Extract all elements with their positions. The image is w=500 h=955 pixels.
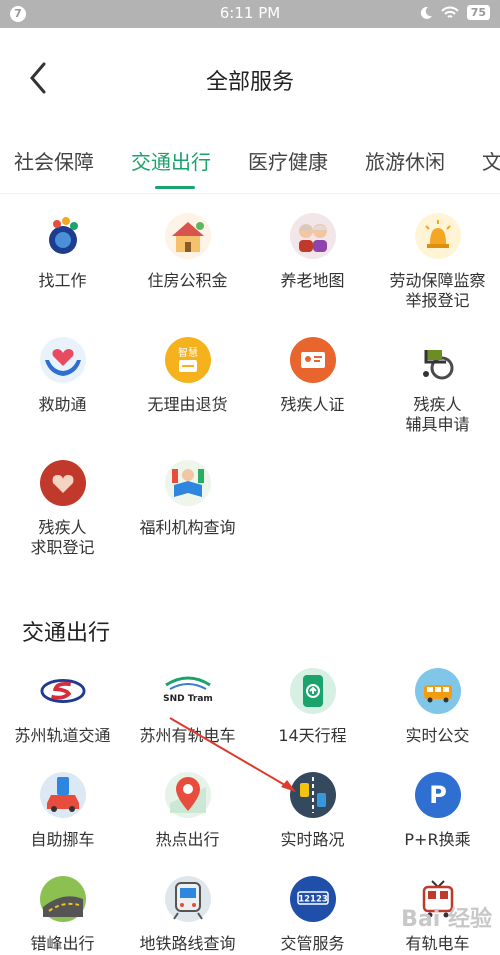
map-pin-icon — [164, 772, 211, 818]
id-card-icon — [289, 337, 336, 383]
service-label: 劳动保障监察 举报登记 — [389, 271, 486, 310]
service-label: 苏州轨道交通 — [14, 726, 111, 745]
battery-indicator: 75 — [466, 5, 490, 20]
service-label: 无理由退货 — [147, 395, 228, 414]
traffic-icon — [289, 772, 336, 818]
service-off-peak[interactable]: 错峰出行 — [0, 876, 125, 954]
elderly-icon — [289, 213, 336, 259]
service-label: 交管服务 — [280, 934, 345, 953]
service-realtime-bus[interactable]: 实时公交 — [375, 668, 500, 746]
active-tab-indicator — [155, 186, 195, 189]
wheelchair-icon — [415, 337, 461, 383]
watermark: Bai 经验 — [401, 907, 492, 932]
bus-icon — [414, 668, 461, 714]
tram-logo-text: SND Tram — [163, 694, 213, 704]
service-rescue[interactable]: 救助通 — [0, 337, 125, 415]
service-label: 救助通 — [38, 395, 87, 414]
service-housing-fund[interactable]: 住房公积金 — [125, 213, 250, 291]
service-label: 14天行程 — [278, 726, 347, 745]
tram-logo-icon: SND Tram — [158, 668, 218, 714]
page-title: 全部服务 — [205, 70, 294, 95]
service-disability-cert[interactable]: 残疾人证 — [250, 337, 375, 415]
service-park-and-ride[interactable]: P P+R换乘 — [375, 772, 500, 850]
books-icon — [164, 460, 211, 506]
status-icons: 75 — [419, 5, 490, 20]
wifi-icon — [440, 6, 459, 18]
service-metro-route[interactable]: 地铁路线查询 — [125, 876, 250, 954]
tab-medical[interactable]: 医疗健康 — [248, 146, 328, 175]
service-realtime-traffic[interactable]: 实时路况 — [250, 772, 375, 850]
service-label: 苏州有轨电车 — [139, 726, 236, 745]
badge-text: 12123 — [298, 895, 328, 905]
service-labor-report[interactable]: 劳动保障监察 举报登记 — [375, 213, 500, 311]
service-label: 找工作 — [38, 271, 87, 290]
service-label: 残疾人 求职登记 — [30, 518, 95, 557]
hands-heart-icon — [39, 460, 86, 506]
service-label: 自助挪车 — [30, 830, 95, 849]
house-icon — [164, 213, 211, 259]
service-label: 养老地图 — [280, 271, 345, 290]
metro-logo-icon — [39, 668, 86, 714]
alarm-icon — [414, 213, 461, 259]
service-find-job[interactable]: 找工作 — [0, 213, 125, 291]
itinerary-icon — [289, 668, 336, 714]
service-disability-aid[interactable]: 残疾人 辅具申请 — [375, 337, 500, 435]
status-bar: 7 6:11 PM 75 — [0, 0, 500, 28]
service-label: 残疾人 辅具申请 — [405, 395, 470, 434]
service-label: 错峰出行 — [30, 934, 95, 953]
road-icon — [39, 876, 86, 922]
tab-transport[interactable]: 交通出行 — [131, 146, 211, 175]
service-label: 热点出行 — [155, 830, 220, 849]
service-label: 实时公交 — [405, 726, 470, 745]
category-tabs: 社会保障 交通出行 医疗健康 旅游休闲 文 — [0, 128, 500, 194]
subway-icon — [164, 876, 211, 922]
service-label: P+R换乘 — [404, 830, 471, 849]
traffic-police-icon: 12123 — [289, 876, 336, 922]
service-label: 福利机构查询 — [139, 518, 236, 537]
service-label: 住房公积金 — [147, 271, 228, 290]
heart-hands-icon — [39, 337, 86, 383]
service-traffic-police[interactable]: 12123 交管服务 — [250, 876, 375, 954]
service-disability-job[interactable]: 残疾人 求职登记 — [0, 460, 125, 558]
moon-icon — [420, 6, 432, 19]
tab-travel[interactable]: 旅游休闲 — [365, 146, 445, 175]
service-return-goods[interactable]: 智慧 无理由退货 — [125, 337, 250, 415]
svg-text:P: P — [429, 781, 447, 809]
service-label: 残疾人证 — [280, 395, 345, 414]
service-label: 地铁路线查询 — [139, 934, 236, 953]
service-hotspot-travel[interactable]: 热点出行 — [125, 772, 250, 850]
header: 全部服务 — [0, 28, 500, 128]
service-suzhou-metro[interactable]: 苏州轨道交通 — [0, 668, 125, 746]
service-label: 实时路况 — [280, 830, 345, 849]
return-icon: 智慧 — [164, 337, 211, 383]
service-suzhou-tram[interactable]: SND Tram 苏州有轨电车 — [125, 668, 250, 746]
service-14-day-itinerary[interactable]: 14天行程 — [250, 668, 375, 746]
service-label: 有轨电车 — [405, 934, 470, 953]
service-move-car[interactable]: 自助挪车 — [0, 772, 125, 850]
job-icon — [40, 213, 86, 259]
tab-social-security[interactable]: 社会保障 — [14, 146, 94, 175]
service-welfare-query[interactable]: 福利机构查询 — [125, 460, 250, 538]
move-car-icon — [39, 772, 86, 818]
tab-culture[interactable]: 文 — [482, 146, 500, 175]
service-elderly-map[interactable]: 养老地图 — [250, 213, 375, 291]
parking-icon: P — [414, 772, 461, 818]
section-title-transport: 交通出行 — [22, 621, 111, 646]
badge-text: 智慧 — [178, 346, 198, 359]
